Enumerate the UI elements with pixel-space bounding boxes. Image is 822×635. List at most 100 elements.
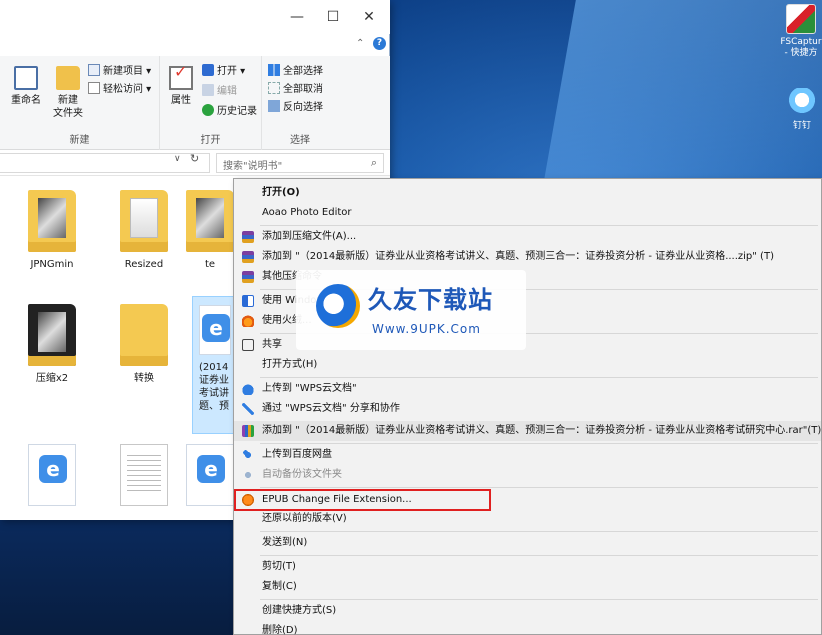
menu-item-label: 自动备份该文件夹 xyxy=(262,469,342,480)
maximize-button[interactable]: ☐ xyxy=(316,8,350,28)
select-none-button[interactable]: 全部取消 xyxy=(268,82,323,98)
menu-item-add-to-rar[interactable]: 添加到 "（2014最新版）证券业从业资格考试讲义、真题、预测三合一：证券投资分… xyxy=(234,421,821,441)
menu-item-cut[interactable]: 剪切(T) xyxy=(234,557,821,577)
menu-item-label: 添加到 "（2014最新版）证券业从业资格考试讲义、真题、预测三合一：证券投资分… xyxy=(262,425,822,436)
menu-item-label: 共享 xyxy=(262,339,282,350)
file-item[interactable]: Resized xyxy=(104,190,184,271)
menu-item-send-to[interactable]: 发送到(N) xyxy=(234,533,821,553)
new-folder-button[interactable]: 新建 文件夹 xyxy=(50,66,86,120)
menu-separator xyxy=(260,555,818,556)
winrar-icon xyxy=(242,231,254,243)
menu-item-create-shortcut[interactable]: 创建快捷方式(S) xyxy=(234,601,821,621)
menu-separator xyxy=(260,225,818,226)
address-history-chevron-icon[interactable]: ∨ xyxy=(174,154,181,164)
file-name: 转换 xyxy=(134,373,154,384)
select-none-label: 全部取消 xyxy=(283,84,323,95)
share-arrow-icon xyxy=(242,403,254,415)
minimize-button[interactable]: — xyxy=(280,8,314,28)
desktop-icon-fscapture[interactable]: FSCaptur - 快捷方 xyxy=(776,4,822,59)
file-item[interactable]: 压缩x2 xyxy=(12,304,92,385)
menu-item-add-to-zip[interactable]: 添加到 "（2014最新版）证券业从业资格考试讲义、真题、预测三合一：证券投资分… xyxy=(234,247,821,267)
baidu-netdisk-icon xyxy=(242,449,254,461)
select-all-label: 全部选择 xyxy=(283,66,323,77)
file-item-selected[interactable]: e (2014 证券业 考试讲 题、预 xyxy=(192,296,234,434)
fscapture-icon xyxy=(786,4,816,34)
menu-item-share-wps[interactable]: 通过 "WPS云文档" 分享和协作 xyxy=(234,399,821,419)
epub-badge-icon: e xyxy=(197,455,225,483)
menu-item-label: 通过 "WPS云文档" 分享和协作 xyxy=(262,403,400,414)
folder-icon xyxy=(56,66,80,90)
file-name-line: 证券业 xyxy=(199,375,229,386)
open-button[interactable]: 打开 ▾ xyxy=(202,64,245,80)
file-item[interactable]: e xyxy=(186,444,234,512)
menu-item-copy[interactable]: 复制(C) xyxy=(234,577,821,597)
shield-icon xyxy=(242,295,254,307)
menu-item-label: 打开方式(H) xyxy=(262,359,318,370)
context-menu: 打开(O) Aoao Photo Editor 添加到压缩文件(A)... 添加… xyxy=(233,178,822,635)
menu-item-auto-backup[interactable]: 自动备份该文件夹 xyxy=(234,465,821,485)
epub-file-icon: e xyxy=(186,444,234,506)
folder-preview xyxy=(38,198,66,238)
watermark-url: Www.9UPK.Com xyxy=(372,322,481,336)
file-item[interactable]: 转换 xyxy=(104,304,184,385)
open-label: 打开 ▾ xyxy=(217,66,246,77)
invert-selection-icon xyxy=(268,100,280,112)
menu-separator xyxy=(260,531,818,532)
folder-icon xyxy=(120,304,168,366)
rename-button[interactable]: 重命名 xyxy=(6,66,46,107)
huorong-icon xyxy=(242,315,254,327)
winrar-icon xyxy=(242,271,254,283)
easy-access-button[interactable]: 轻松访问 ▾ xyxy=(88,82,151,98)
menu-item-label: 打开(O) xyxy=(262,187,300,198)
history-button[interactable]: 历史记录 xyxy=(202,104,257,120)
close-button[interactable]: ✕ xyxy=(352,8,386,28)
ribbon-group-open: 属性 打开 ▾ 编辑 历史记录 打开 xyxy=(160,56,262,150)
file-item[interactable]: JPNGmin xyxy=(12,190,92,271)
menu-item-label: Aoao Photo Editor xyxy=(262,207,352,218)
watermark: 久友下载站 Www.9UPK.Com xyxy=(296,270,526,350)
new-item-label: 新建项目 ▾ xyxy=(103,66,152,77)
menu-item-label: 删除(D) xyxy=(262,625,298,635)
desktop-icon-dingtalk[interactable]: 钉钉 xyxy=(780,88,822,132)
menu-item-upload-baidu[interactable]: 上传到百度网盘 xyxy=(234,445,821,465)
open-icon xyxy=(202,64,214,76)
dingtalk-icon xyxy=(787,88,817,118)
winrar-icon xyxy=(242,425,254,437)
history-icon xyxy=(202,104,214,116)
help-icon[interactable]: ? xyxy=(373,37,386,50)
desktop-icon-label: 钉钉 xyxy=(792,121,811,131)
new-folder-label-line1: 新建 xyxy=(58,95,78,106)
title-bar: — ☐ ✕ xyxy=(0,0,390,34)
file-item[interactable]: te xyxy=(186,190,234,271)
menu-separator xyxy=(260,487,818,488)
menu-item-label: 复制(C) xyxy=(262,581,297,592)
folder-preview xyxy=(38,312,66,352)
ribbon-tabs-row: ⌃ ? xyxy=(0,34,390,56)
file-item[interactable] xyxy=(104,444,184,512)
properties-button[interactable]: 属性 xyxy=(166,65,196,107)
edit-button[interactable]: 编辑 xyxy=(202,84,237,100)
new-item-button[interactable]: 新建项目 ▾ xyxy=(88,64,151,80)
file-item[interactable]: e xyxy=(12,444,92,512)
cloud-upload-icon xyxy=(242,383,254,395)
ribbon: 重命名 新建 文件夹 新建项目 ▾ 轻松访问 ▾ 新建 属性 打开 ▾ xyxy=(0,56,390,150)
menu-item-restore-previous[interactable]: 还原以前的版本(V) xyxy=(234,509,821,529)
menu-item-open-with[interactable]: 打开方式(H) xyxy=(234,355,821,375)
select-all-icon xyxy=(268,64,280,76)
menu-item-upload-wps[interactable]: 上传到 "WPS云文档" xyxy=(234,379,821,399)
menu-separator xyxy=(260,377,818,378)
invert-selection-button[interactable]: 反向选择 xyxy=(268,100,323,116)
epub-file-icon: e xyxy=(28,444,76,506)
menu-item-aoao-photo-editor[interactable]: Aoao Photo Editor xyxy=(234,203,821,223)
collapse-ribbon-icon[interactable]: ⌃ xyxy=(356,38,364,49)
search-input[interactable]: 搜索"说明书" ⌕ xyxy=(216,153,384,173)
epub-badge-icon: e xyxy=(39,455,67,483)
folder-icon xyxy=(28,190,76,252)
file-name: JPNGmin xyxy=(30,259,74,270)
baidu-netdisk-icon xyxy=(242,469,254,481)
menu-item-open[interactable]: 打开(O) xyxy=(234,183,821,203)
menu-item-delete[interactable]: 删除(D) xyxy=(234,621,821,635)
refresh-icon[interactable]: ↻ xyxy=(190,152,199,165)
select-all-button[interactable]: 全部选择 xyxy=(268,64,323,80)
menu-item-add-to-archive[interactable]: 添加到压缩文件(A)... xyxy=(234,227,821,247)
